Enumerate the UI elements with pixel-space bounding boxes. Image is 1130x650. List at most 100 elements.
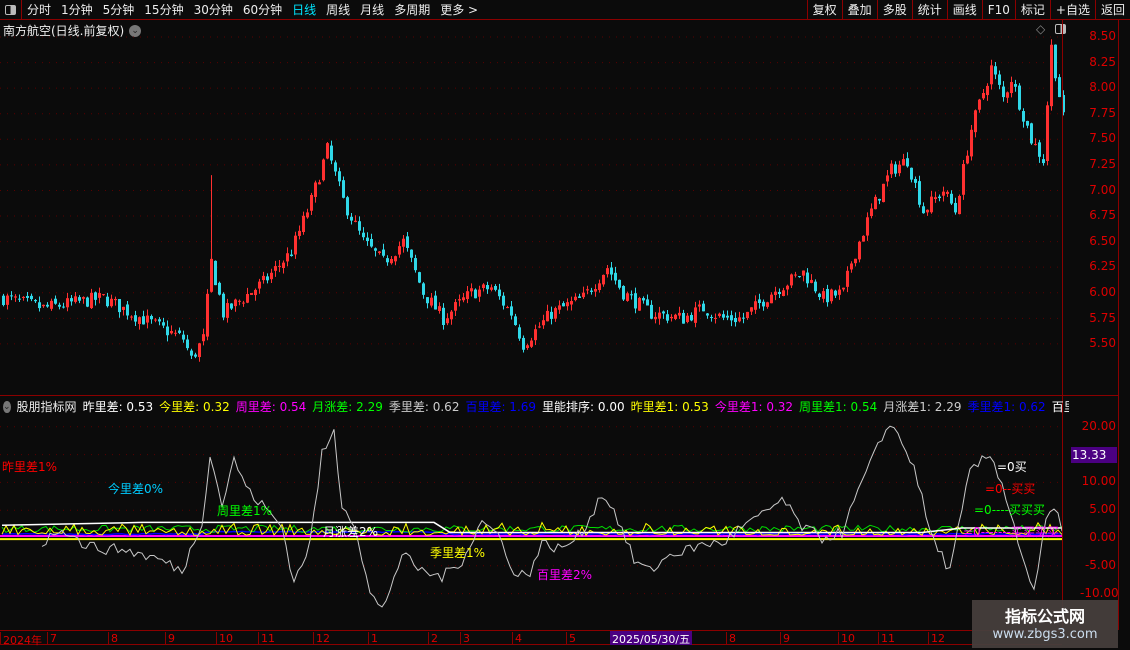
candle-body xyxy=(458,299,461,301)
candle-body xyxy=(302,215,305,233)
candle-body xyxy=(358,221,361,231)
candle-body xyxy=(418,272,421,283)
time-tick: 11 xyxy=(878,632,895,645)
price-tick: 8.25 xyxy=(1089,54,1116,69)
candle-body xyxy=(266,276,269,281)
candle-body xyxy=(934,197,937,200)
candle-body xyxy=(982,93,985,99)
candle-body xyxy=(362,232,365,238)
candle-body xyxy=(546,310,549,322)
candle-body xyxy=(874,196,877,210)
candle-body xyxy=(170,330,173,334)
candle-body xyxy=(762,301,765,307)
candle-body xyxy=(38,302,41,309)
candle-body xyxy=(978,99,981,110)
price-tick: 6.50 xyxy=(1089,233,1116,248)
indicator-tick: -5.00 xyxy=(1084,557,1116,572)
candle-body xyxy=(334,162,337,172)
annotation-ji: 季里差1% xyxy=(430,546,486,560)
candle-body xyxy=(830,289,833,302)
candle-body xyxy=(182,334,185,340)
time-axis[interactable]: 2025/05/30/五 2024年 7 8 9 10 11 12 1 2 3 4 5 8 9 10 11 12 xyxy=(0,630,1062,647)
candle-body xyxy=(966,155,969,164)
candle-body xyxy=(526,345,529,349)
candle-body xyxy=(34,299,37,302)
candle-body xyxy=(230,303,233,309)
candle-body xyxy=(98,293,101,298)
candle-body xyxy=(26,295,29,298)
time-tick: 8 xyxy=(726,632,736,645)
candle-body xyxy=(914,178,917,183)
time-tick: 9 xyxy=(165,632,175,645)
candle-body xyxy=(866,217,869,236)
signal-4: =0-------买买买买 xyxy=(963,525,1060,539)
time-tick: 11 xyxy=(258,632,275,645)
candle-body xyxy=(218,282,221,295)
candle-body xyxy=(414,258,417,271)
candle-body xyxy=(790,274,793,286)
candle-body xyxy=(994,66,997,75)
candle-body xyxy=(950,193,953,204)
candle-body xyxy=(502,295,505,306)
candle-body xyxy=(850,263,853,270)
candle-body xyxy=(74,296,77,302)
candle-body xyxy=(842,287,845,290)
candle-body xyxy=(322,159,325,181)
candle-body xyxy=(42,304,45,307)
candle-body xyxy=(822,291,825,299)
candle-body xyxy=(570,301,573,305)
candle-body xyxy=(498,289,501,297)
candle-body xyxy=(134,315,137,322)
candle-body xyxy=(522,337,525,350)
candle-body xyxy=(786,285,789,290)
candle-body xyxy=(634,293,637,309)
candle-body xyxy=(746,311,749,319)
candle-body xyxy=(394,256,397,262)
candle-body xyxy=(226,303,229,318)
annotation-jin: 今里差0% xyxy=(108,482,164,496)
candle-body xyxy=(1046,105,1049,161)
candle-body xyxy=(82,297,85,299)
candle-body xyxy=(846,270,849,287)
candle-body xyxy=(1018,85,1021,110)
candle-body xyxy=(902,159,905,166)
indicator-value: 里能排序: 0.00 xyxy=(542,400,625,414)
candle-body xyxy=(1014,84,1017,87)
candle-body xyxy=(1006,92,1009,98)
candle-body xyxy=(262,275,265,281)
candle-body xyxy=(454,302,457,311)
candle-body xyxy=(118,299,121,313)
candle-body xyxy=(682,312,685,324)
candle-body xyxy=(478,289,481,297)
candle-body xyxy=(426,297,429,304)
candle-body xyxy=(214,260,217,286)
right-side-panel[interactable] xyxy=(1118,20,1130,630)
candle-body xyxy=(114,298,117,301)
candle-body xyxy=(294,235,297,255)
candle-body xyxy=(782,290,785,297)
candle-body xyxy=(174,332,177,334)
candle-body xyxy=(462,297,465,301)
chevron-down-icon[interactable]: ⌄ xyxy=(3,400,11,413)
candle-body xyxy=(962,164,965,195)
candle-body xyxy=(838,289,841,295)
candle-body xyxy=(78,297,81,301)
candle-body xyxy=(6,295,9,305)
indicator-value: 昨里差1: 0.53 xyxy=(630,400,709,414)
candle-body xyxy=(206,293,209,337)
candle-body xyxy=(58,304,61,307)
candle-body xyxy=(826,288,829,303)
indicator-value: 今里差: 0.32 xyxy=(159,400,230,414)
candle-body xyxy=(974,110,977,133)
candle-body xyxy=(54,298,57,304)
candle-body xyxy=(234,299,237,307)
candle-body xyxy=(1002,86,1005,98)
price-tick: 7.00 xyxy=(1089,182,1116,197)
candle-body xyxy=(86,297,89,307)
candle-body xyxy=(890,163,893,175)
candle-body xyxy=(998,74,1001,85)
chart-canvas[interactable] xyxy=(0,0,1130,650)
candle-body xyxy=(18,298,21,300)
candle-body xyxy=(278,265,281,267)
candle-body xyxy=(282,262,285,269)
